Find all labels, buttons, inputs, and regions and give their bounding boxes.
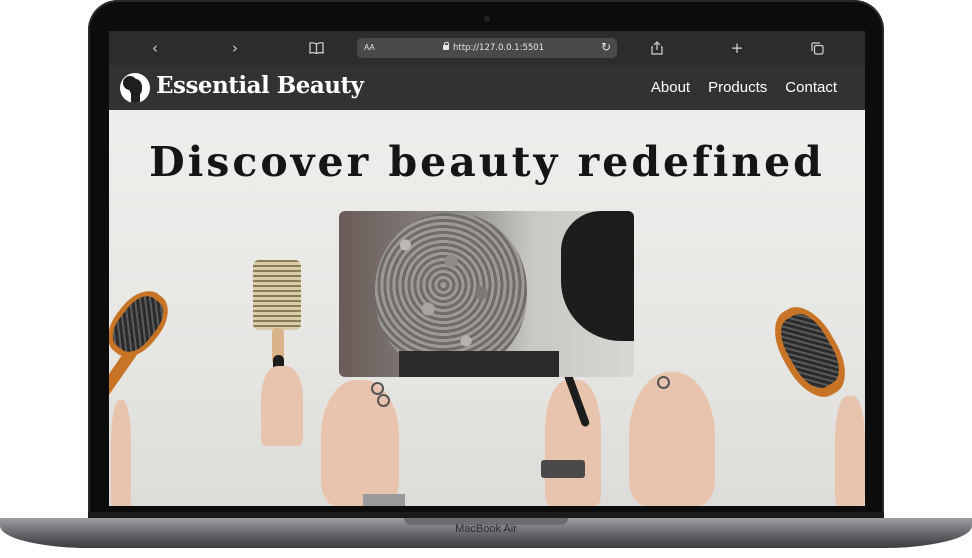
hand-image: [111, 400, 131, 506]
round-brush-image: [253, 260, 301, 330]
lock-icon: [443, 42, 449, 50]
url-text[interactable]: http://127.0.0.1:5501: [453, 43, 544, 53]
address-bar[interactable]: AA http://127.0.0.1:5501 ↻: [357, 38, 617, 58]
hand-image: [261, 366, 303, 446]
hand-image: [835, 396, 865, 506]
chevron-left-icon[interactable]: ‹: [145, 38, 165, 58]
hero-photo: [339, 211, 634, 377]
nav-item-about[interactable]: About: [651, 79, 690, 96]
hero-title: Discover beauty redefined: [149, 138, 825, 186]
tabs-icon[interactable]: [807, 38, 827, 58]
hand-image: [629, 372, 715, 506]
device-label: MacBook Air: [455, 523, 517, 535]
laptop-screen: ‹ › AA http://127.0.0.1:5501 ↻ + Essenti…: [109, 31, 865, 506]
camera-icon: [484, 16, 490, 22]
hero-section: Discover beauty redefined: [109, 110, 865, 506]
watch-image: [541, 460, 585, 478]
site-header: Essential Beauty About Products Contact: [109, 65, 865, 110]
nav-item-products[interactable]: Products: [708, 79, 767, 96]
brand-name[interactable]: Essential Beauty: [156, 72, 364, 99]
nav-item-contact[interactable]: Contact: [785, 79, 837, 96]
nav-links: About Products Contact: [651, 79, 837, 96]
scissors-image: [657, 376, 670, 389]
plus-icon[interactable]: +: [727, 38, 747, 58]
logo-icon[interactable]: [120, 73, 150, 103]
book-icon[interactable]: [306, 38, 326, 58]
chevron-right-icon[interactable]: ›: [225, 38, 245, 58]
browser-toolbar: ‹ › AA http://127.0.0.1:5501 ↻ +: [109, 31, 865, 65]
share-icon[interactable]: [647, 38, 667, 58]
text-size-button[interactable]: AA: [364, 43, 375, 52]
reload-icon[interactable]: ↻: [601, 40, 611, 54]
